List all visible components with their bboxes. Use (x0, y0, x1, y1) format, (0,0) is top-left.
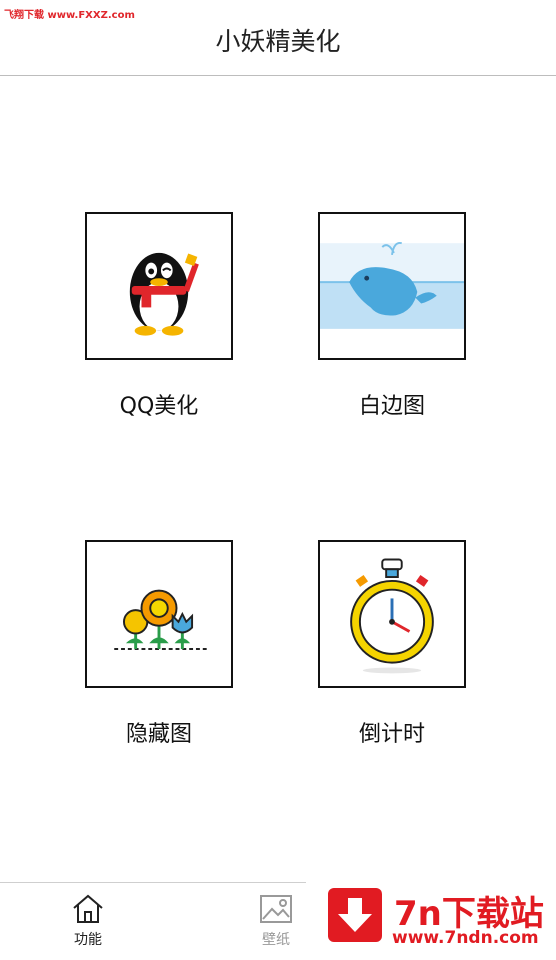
home-icon (73, 894, 103, 923)
watermark-badge: 7n下载站 www.7ndn.com (306, 866, 556, 960)
qq-penguin-icon (129, 252, 199, 336)
tab-functions[interactable]: 功能 (48, 893, 128, 949)
tile-label-qq-beautify: QQ美化 (119, 394, 199, 419)
page-title: 小妖精美化 (215, 27, 341, 56)
tile-label-white-border: 白边图 (358, 394, 425, 419)
tile-white-border[interactable] (318, 212, 466, 360)
stopwatch-icon (350, 558, 434, 674)
image-icon (260, 895, 292, 923)
tile-label-countdown: 倒计时 (358, 722, 425, 747)
tile-qq-beautify[interactable] (85, 212, 233, 360)
whale-icon (320, 241, 464, 329)
flowers-icon (114, 589, 208, 650)
tab-wallpaper[interactable]: 壁纸 (236, 893, 316, 949)
tile-hidden-image[interactable] (85, 540, 233, 688)
tile-label-hidden-image: 隐藏图 (125, 722, 192, 747)
watermark-url: www.7ndn.com (392, 928, 539, 948)
tab-label-functions: 功能 (74, 932, 102, 948)
tile-countdown[interactable] (318, 540, 466, 688)
header: 小妖精美化 (0, 0, 556, 76)
tab-label-wallpaper: 壁纸 (262, 932, 290, 948)
download-arrow-icon (328, 888, 382, 942)
